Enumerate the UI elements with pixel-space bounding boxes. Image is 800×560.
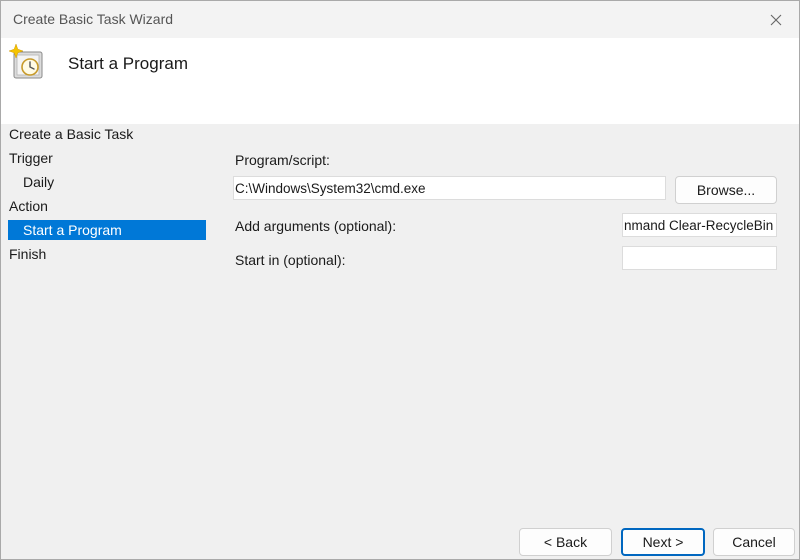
- wizard-header: Start a Program: [1, 38, 799, 124]
- window-title: Create Basic Task Wizard: [13, 11, 174, 27]
- nav-step-daily: Daily: [23, 174, 55, 190]
- next-button[interactable]: Next >: [621, 528, 705, 556]
- close-icon: [770, 14, 782, 25]
- close-button[interactable]: [753, 1, 799, 38]
- wizard-steps-nav: Create a Basic Task Trigger Daily Action…: [1, 124, 211, 324]
- nav-step-label: Start a Program: [23, 222, 122, 238]
- nav-step-trigger: Trigger: [9, 150, 53, 166]
- program-script-label: Program/script:: [235, 152, 330, 168]
- browse-button[interactable]: Browse...: [675, 176, 777, 204]
- wizard-window: Create Basic Task Wizard Start a Program…: [0, 0, 800, 560]
- title-bar: Create Basic Task Wizard: [1, 1, 799, 38]
- program-script-input[interactable]: [233, 176, 666, 200]
- task-scheduler-clock-icon: [8, 43, 43, 79]
- page-title: Start a Program: [68, 54, 188, 73]
- nav-step-action: Action: [9, 198, 48, 214]
- cancel-button[interactable]: Cancel: [713, 528, 795, 556]
- nav-step-create-basic-task: Create a Basic Task: [9, 126, 134, 142]
- back-button[interactable]: < Back: [519, 528, 612, 556]
- add-arguments-input[interactable]: [622, 213, 777, 237]
- start-in-input[interactable]: [622, 246, 777, 270]
- start-in-label: Start in (optional):: [235, 252, 346, 268]
- nav-step-finish: Finish: [9, 246, 47, 262]
- nav-step-start-a-program: Start a Program: [8, 220, 206, 240]
- add-arguments-label: Add arguments (optional):: [235, 218, 397, 234]
